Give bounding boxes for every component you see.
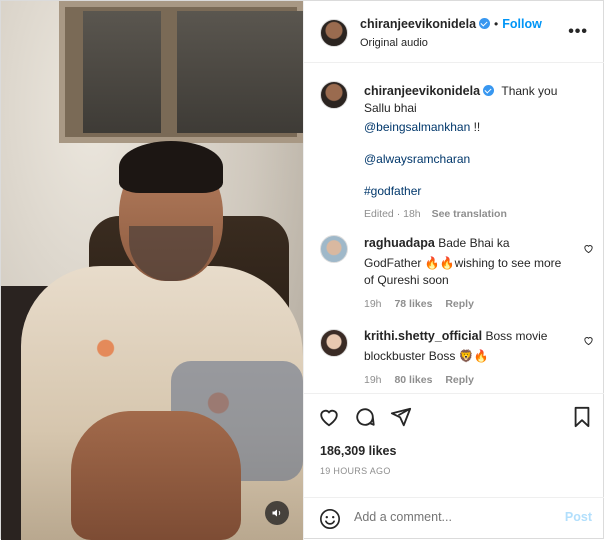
caption-line2: Sallu bhai [364, 100, 417, 115]
reply-button[interactable]: Reply [445, 298, 474, 310]
hashtag-link[interactable]: #godfather [364, 184, 421, 198]
audio-subtitle[interactable]: Original audio [360, 37, 428, 49]
mention-link[interactable]: @alwaysramcharan [364, 152, 470, 166]
follow-button[interactable]: Follow [502, 17, 542, 31]
avatar[interactable] [320, 19, 348, 47]
comment-text: GodFather 🔥🔥wishing to see more [364, 255, 562, 270]
comment-input[interactable] [354, 510, 554, 524]
reply-button[interactable]: Reply [445, 374, 474, 386]
header-separator: • [494, 17, 499, 31]
comment-icon[interactable] [354, 406, 376, 431]
video-player[interactable] [1, 1, 303, 540]
comment-text: Bade Bhai ka [438, 236, 510, 250]
comment-text: Boss movie [485, 329, 548, 343]
share-icon[interactable] [390, 406, 412, 431]
video-person-hands [71, 411, 241, 540]
comment-likes[interactable]: 80 likes [394, 374, 432, 386]
comment-text: of Qureshi soon [364, 273, 449, 288]
caption-avatar[interactable] [320, 81, 348, 109]
bookmark-icon[interactable] [572, 406, 592, 431]
verified-badge-icon [479, 18, 491, 29]
see-translation-button[interactable]: See translation [432, 208, 507, 220]
comment-like-heart-icon[interactable] [583, 335, 594, 349]
comment-likes[interactable]: 78 likes [394, 298, 432, 310]
caption-line1: Thank you [501, 84, 558, 98]
comments-section: chiranjeevikonidela Thank you Sallu bhai… [304, 63, 604, 393]
caption-time[interactable]: 18h [403, 208, 421, 220]
comment-avatar[interactable] [320, 235, 348, 263]
comment-avatar[interactable] [320, 329, 348, 357]
post-timestamp[interactable]: 19 HOURS AGO [320, 466, 391, 476]
post-dialog: chiranjeevikonidela • Follow Original audi… [0, 0, 604, 540]
comment-time[interactable]: 19h [364, 298, 382, 310]
caption-username[interactable]: chiranjeevikonidela [364, 84, 480, 98]
post-actions: 186,309 likes 19 HOURS AGO [304, 393, 604, 497]
edited-label: Edited [364, 207, 394, 220]
comment-text: blockbuster Boss 🦁🔥 [364, 348, 489, 363]
caption: chiranjeevikonidela Thank you Sallu bhai… [364, 83, 594, 220]
comment-username[interactable]: raghuadapa [364, 236, 435, 250]
comment-like-heart-icon[interactable] [583, 243, 594, 257]
video-window-scene [59, 1, 303, 143]
post-button[interactable]: Post [565, 510, 592, 524]
speaker-icon[interactable] [265, 501, 289, 525]
heart-icon[interactable] [318, 406, 340, 431]
add-comment-bar: Post [304, 497, 604, 540]
post-header: chiranjeevikonidela • Follow Original audi… [304, 1, 604, 63]
comment-item: krithi.shetty_official Boss movie blockb… [364, 328, 574, 386]
likes-count[interactable]: 186,309 likes [320, 444, 396, 458]
emoji-icon[interactable] [319, 508, 341, 533]
comment-time[interactable]: 19h [364, 374, 382, 386]
verified-badge-icon [483, 85, 495, 96]
header-username[interactable]: chiranjeevikonidela [360, 17, 476, 31]
more-options-icon[interactable]: ••• [568, 23, 588, 41]
comment-username[interactable]: krithi.shetty_official [364, 329, 482, 343]
comment-item: raghuadapa Bade Bhai ka GodFather 🔥🔥wish… [364, 235, 574, 310]
post-sidebar: chiranjeevikonidela • Follow Original audi… [303, 1, 604, 540]
mention-link[interactable]: @beingsalmankhan [364, 120, 470, 134]
